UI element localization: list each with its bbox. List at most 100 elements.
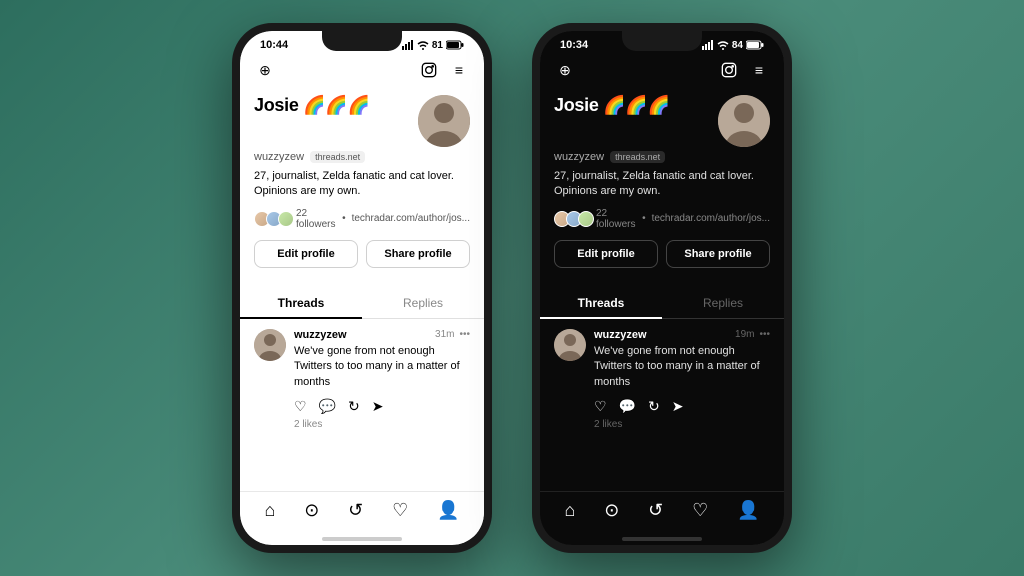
dark-globe-icon[interactable]: ⊕ bbox=[554, 59, 576, 81]
dark-follower-avatar-3 bbox=[578, 211, 594, 227]
top-nav: ⊕ ≡ bbox=[240, 53, 484, 87]
dark-phone-frame: 10:34 84 bbox=[532, 23, 792, 553]
instagram-icon[interactable] bbox=[418, 59, 440, 81]
dark-followers-count: 22 followers bbox=[596, 208, 636, 230]
dark-repost-icon[interactable]: ↻ bbox=[648, 398, 660, 415]
dark-profile-section: Josie 🌈🌈🌈 wuzzyzew bbox=[540, 87, 784, 278]
dark-post-text: We've gone from not enough Twitters to t… bbox=[594, 344, 770, 390]
dark-post-header: wuzzyzew 19m ••• bbox=[594, 329, 770, 341]
nav-right: ≡ bbox=[418, 59, 470, 81]
profile-buttons: Edit profile Share profile bbox=[254, 240, 470, 268]
tab-threads[interactable]: Threads bbox=[240, 288, 362, 318]
threads-badge: threads.net bbox=[310, 151, 365, 163]
home-icon[interactable]: ⌂ bbox=[264, 500, 275, 521]
dark-home-bar bbox=[622, 537, 702, 541]
notch bbox=[322, 31, 402, 51]
home-bar bbox=[322, 537, 402, 541]
dark-share-icon[interactable]: ➤ bbox=[672, 398, 684, 415]
dark-tab-replies[interactable]: Replies bbox=[662, 288, 784, 318]
dark-search-bottom-icon[interactable]: ⊙ bbox=[604, 500, 619, 521]
username-row: wuzzyzew threads.net bbox=[254, 151, 470, 163]
profile-section: Josie 🌈🌈🌈 wuzzyzew bbox=[240, 87, 484, 278]
menu-icon[interactable]: ≡ bbox=[448, 59, 470, 81]
dark-threads-badge: threads.net bbox=[610, 151, 665, 163]
tab-replies[interactable]: Replies bbox=[362, 288, 484, 318]
dark-comment-icon[interactable]: 💬 bbox=[619, 398, 636, 415]
dark-profile-info: Josie 🌈🌈🌈 bbox=[554, 95, 670, 116]
bottom-nav: ⌂ ⊙ ↺ ♡ 👤 bbox=[240, 491, 484, 537]
wifi-icon bbox=[417, 40, 429, 50]
post-content: wuzzyzew 31m ••• We've gone from not eno… bbox=[294, 329, 470, 430]
dark-followers-row: 22 followers • techradar.com/author/jos.… bbox=[554, 208, 770, 230]
dark-post-avatar bbox=[554, 329, 586, 361]
dark-thread-post: wuzzyzew 19m ••• We've gone from not eno… bbox=[540, 319, 784, 440]
post-avatar bbox=[254, 329, 286, 361]
search-bottom-icon[interactable]: ⊙ bbox=[304, 500, 319, 521]
like-icon[interactable]: ♡ bbox=[294, 398, 307, 415]
dark-avatar-image bbox=[718, 95, 770, 147]
dark-username: wuzzyzew bbox=[554, 151, 604, 163]
dark-status-time: 10:34 bbox=[560, 39, 588, 51]
dark-profile-icon[interactable]: 👤 bbox=[737, 500, 759, 521]
dark-more-icon[interactable]: ••• bbox=[759, 329, 770, 340]
activity-icon[interactable]: ↺ bbox=[348, 500, 363, 521]
dark-signal-icon bbox=[702, 40, 714, 50]
light-phone-frame: 10:44 81 bbox=[232, 23, 492, 553]
share-icon[interactable]: ➤ bbox=[372, 398, 384, 415]
dark-profile-name: Josie 🌈🌈🌈 bbox=[554, 95, 670, 116]
username: wuzzyzew bbox=[254, 151, 304, 163]
dark-profile-header: Josie 🌈🌈🌈 bbox=[554, 95, 770, 147]
dark-wifi-icon bbox=[717, 40, 729, 50]
dark-follower-avatars bbox=[554, 211, 590, 227]
dark-post-meta: 19m ••• bbox=[735, 329, 770, 340]
dark-top-nav: ⊕ ≡ bbox=[540, 53, 784, 87]
profile-info: Josie 🌈🌈🌈 bbox=[254, 95, 370, 116]
globe-icon[interactable]: ⊕ bbox=[254, 59, 276, 81]
dark-menu-icon[interactable]: ≡ bbox=[748, 59, 770, 81]
dark-nav-right: ≡ bbox=[718, 59, 770, 81]
edit-profile-button[interactable]: Edit profile bbox=[254, 240, 358, 268]
tabs: Threads Replies bbox=[240, 288, 484, 319]
dark-bottom-nav: ⌂ ⊙ ↺ ♡ 👤 bbox=[540, 491, 784, 537]
profile-avatar bbox=[418, 95, 470, 147]
dark-username-row: wuzzyzew threads.net bbox=[554, 151, 770, 163]
comment-icon[interactable]: 💬 bbox=[319, 398, 336, 415]
dark-battery-label: 84 bbox=[732, 40, 743, 51]
dark-phone-screen: 10:34 84 bbox=[540, 31, 784, 545]
dark-like-icon[interactable]: ♡ bbox=[594, 398, 607, 415]
follower-avatar-3 bbox=[278, 211, 294, 227]
more-icon[interactable]: ••• bbox=[459, 329, 470, 340]
followers-row: 22 followers • techradar.com/author/jos.… bbox=[254, 208, 470, 230]
dark-battery-icon bbox=[746, 40, 764, 50]
light-phone-screen: 10:44 81 bbox=[240, 31, 484, 545]
battery-label: 81 bbox=[432, 40, 443, 51]
status-time: 10:44 bbox=[260, 39, 288, 51]
dark-instagram-icon[interactable] bbox=[718, 59, 740, 81]
light-phone: 10:44 81 bbox=[232, 23, 492, 553]
post-header: wuzzyzew 31m ••• bbox=[294, 329, 470, 341]
dark-likes-icon[interactable]: ♡ bbox=[692, 500, 708, 521]
follower-avatars bbox=[254, 211, 290, 227]
bio: 27, journalist, Zelda fanatic and cat lo… bbox=[254, 169, 470, 200]
dark-tabs: Threads Replies bbox=[540, 288, 784, 319]
post-username: wuzzyzew bbox=[294, 329, 347, 341]
avatar-image bbox=[418, 95, 470, 147]
profile-icon[interactable]: 👤 bbox=[437, 500, 459, 521]
dark-share-profile-button[interactable]: Share profile bbox=[666, 240, 770, 268]
dark-profile-buttons: Edit profile Share profile bbox=[554, 240, 770, 268]
dark-post-content: wuzzyzew 19m ••• We've gone from not eno… bbox=[594, 329, 770, 430]
dark-post-actions: ♡ 💬 ↻ ➤ bbox=[594, 398, 770, 415]
likes-icon[interactable]: ♡ bbox=[392, 500, 408, 521]
dark-activity-icon[interactable]: ↺ bbox=[648, 500, 663, 521]
dark-post-time: 19m bbox=[735, 329, 754, 340]
dark-post-likes: 2 likes bbox=[594, 419, 770, 430]
post-meta: 31m ••• bbox=[435, 329, 470, 340]
dark-edit-profile-button[interactable]: Edit profile bbox=[554, 240, 658, 268]
share-profile-button[interactable]: Share profile bbox=[366, 240, 470, 268]
repost-icon[interactable]: ↻ bbox=[348, 398, 360, 415]
dark-status-icons: 84 bbox=[702, 40, 764, 51]
profile-name: Josie 🌈🌈🌈 bbox=[254, 95, 370, 116]
dark-home-icon[interactable]: ⌂ bbox=[564, 500, 575, 521]
post-likes: 2 likes bbox=[294, 419, 470, 430]
dark-tab-threads[interactable]: Threads bbox=[540, 288, 662, 318]
